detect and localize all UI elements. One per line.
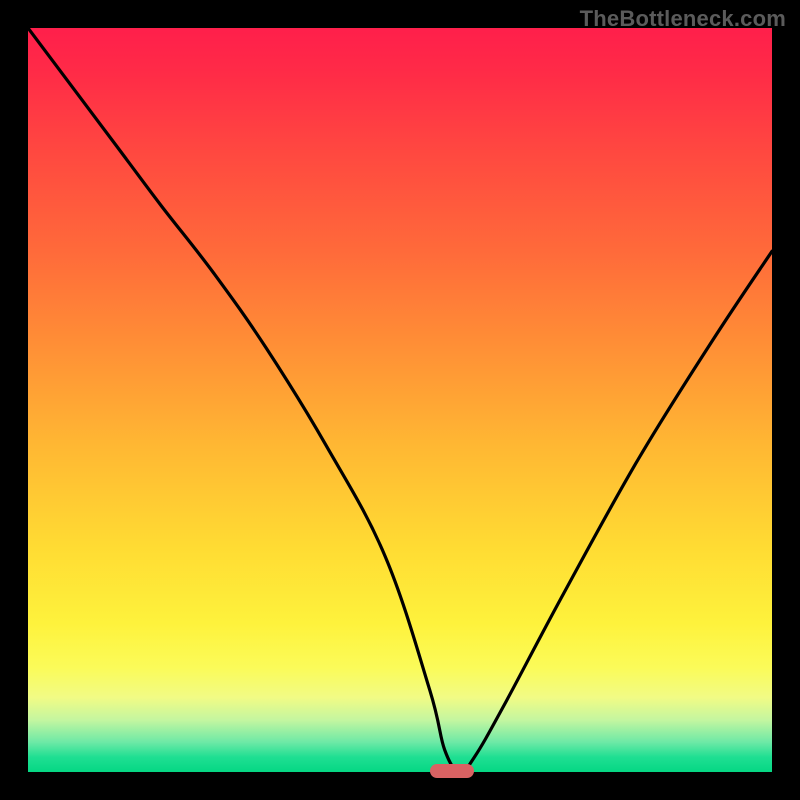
optimal-marker [430, 764, 474, 778]
bottleneck-curve [28, 28, 772, 772]
watermark-text: TheBottleneck.com [580, 6, 786, 32]
curve-svg [28, 28, 772, 772]
plot-area [28, 28, 772, 772]
chart-frame: TheBottleneck.com [0, 0, 800, 800]
